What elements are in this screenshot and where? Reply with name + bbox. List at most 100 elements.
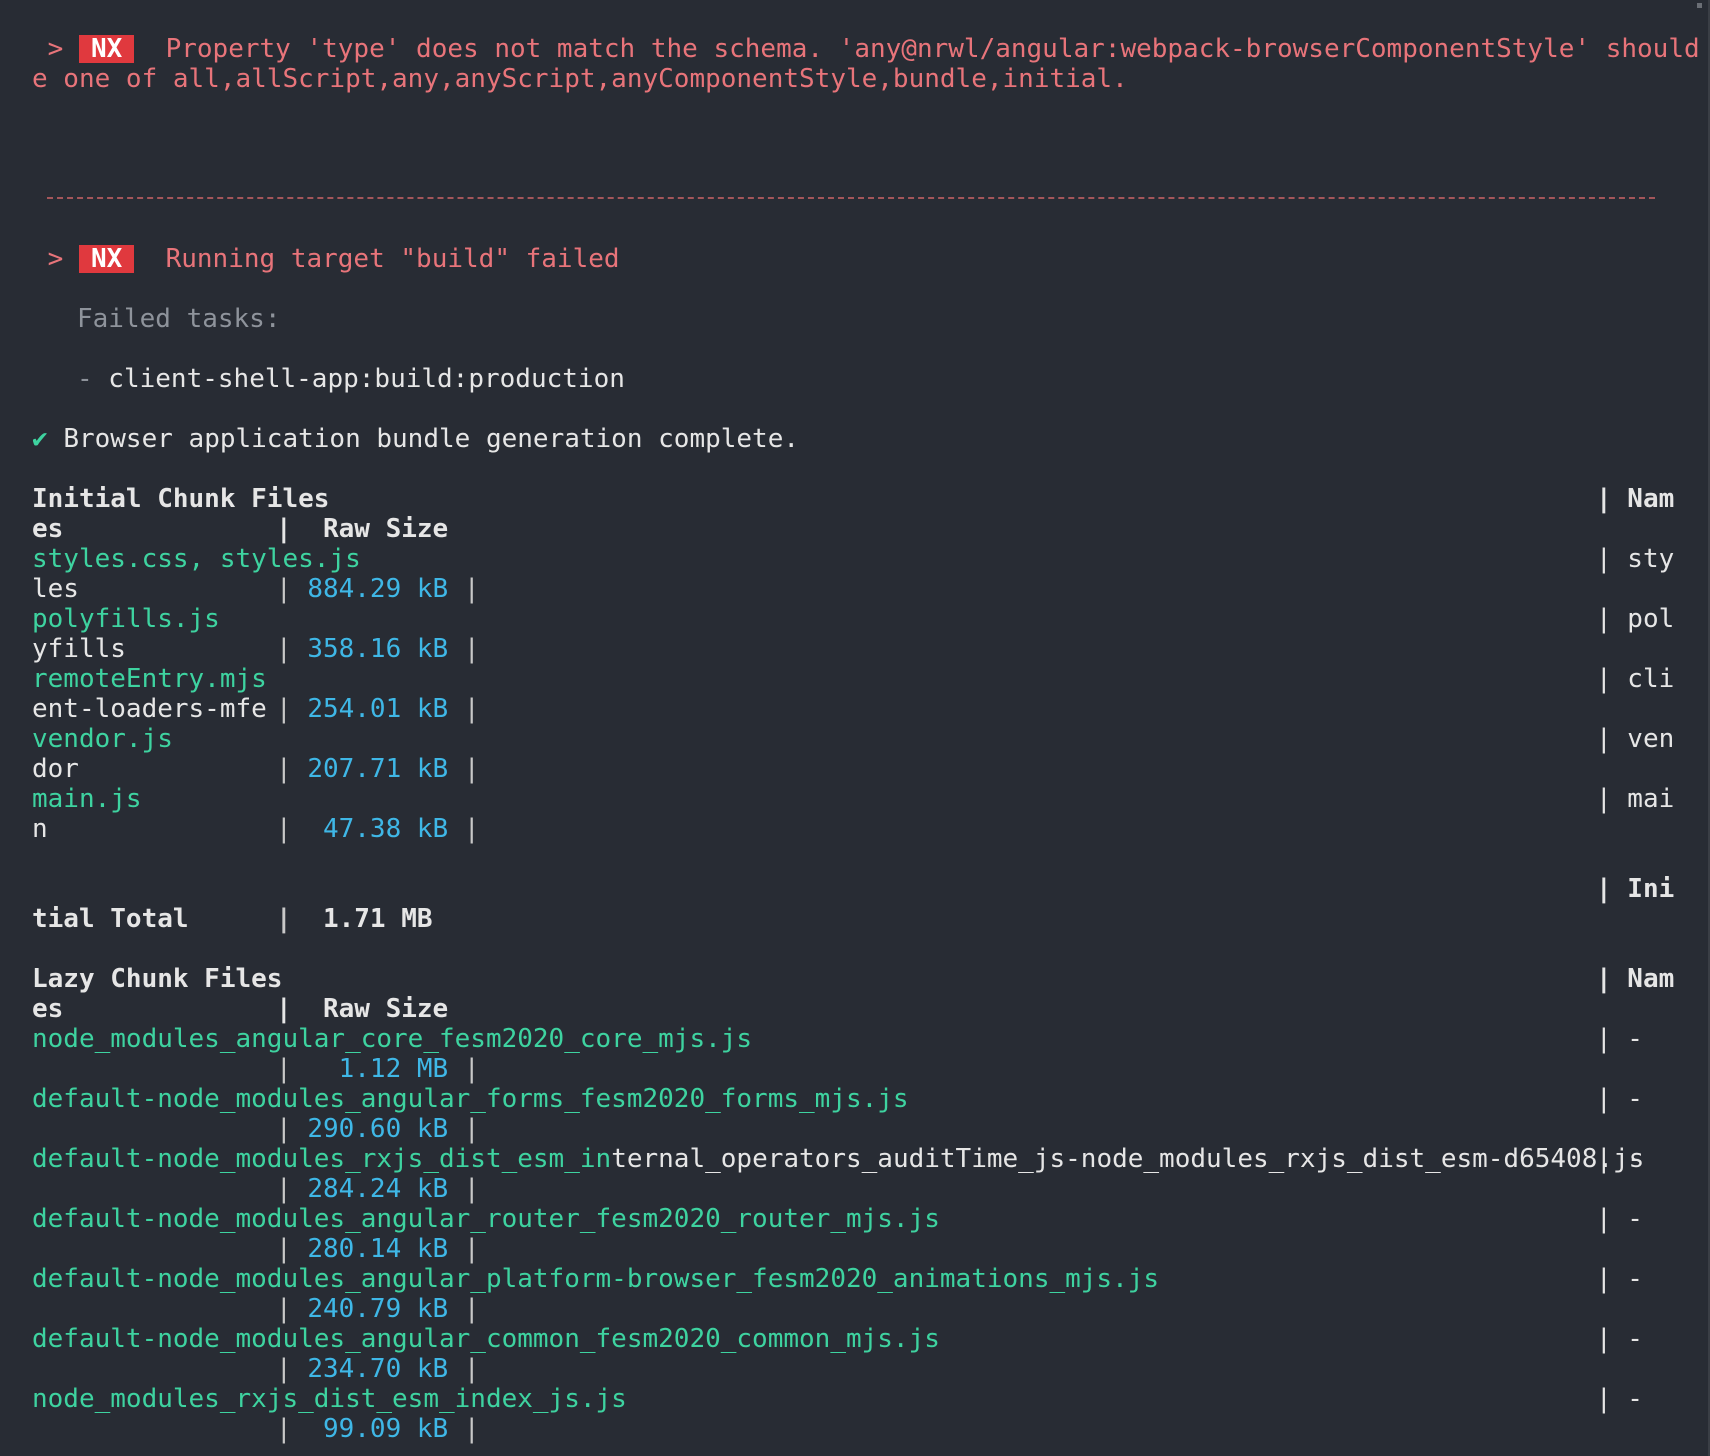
cell-divider: | xyxy=(448,574,480,604)
lazy-file-name: default-node_modules_angular_common_fesm… xyxy=(32,1324,940,1354)
size-value: 47.38 kB xyxy=(307,814,449,844)
initial-row-name-rest: ent-loaders-mfe xyxy=(32,694,267,724)
initial-row-size: | 884.29 kB | xyxy=(276,574,480,604)
lazy-row-size: | 280.14 kB | xyxy=(276,1234,480,1264)
lazy-row-file: default-node_modules_angular_router_fesm… xyxy=(32,1204,940,1234)
lazy-row-name: | - xyxy=(1596,1204,1643,1234)
initial-row-name-rest: les xyxy=(32,574,79,604)
cell-divider: | xyxy=(448,1174,480,1204)
cell-divider: | xyxy=(276,1234,308,1264)
size-value: 358.16 kB xyxy=(307,634,449,664)
cell-divider: | xyxy=(448,1054,480,1084)
lazy-file-name: node_modules_angular_core_fesm2020_core_… xyxy=(32,1024,753,1054)
lazy-row-name: | - xyxy=(1596,1324,1643,1354)
lazy-row-size: | 234.70 kB | xyxy=(276,1354,480,1384)
initial-row-file: main.js xyxy=(32,784,142,814)
size-value: 280.14 kB xyxy=(307,1234,449,1264)
lazy-header-right: | Nam xyxy=(1596,964,1675,994)
cell-divider: | xyxy=(448,1294,480,1324)
initial-total-right: | Ini xyxy=(1596,874,1675,904)
cell-divider: | xyxy=(276,574,308,604)
lazy-row-size: | 284.24 kB | xyxy=(276,1174,480,1204)
separator-line xyxy=(47,197,1655,199)
check-icon: ✔ xyxy=(32,424,48,454)
scrollbar-thumb[interactable] xyxy=(1697,3,1702,8)
lazy-row-file: node_modules_rxjs_dist_esm_index_js.js xyxy=(32,1384,627,1414)
lazy-row-size: | 290.60 kB | xyxy=(276,1114,480,1144)
failed-tasks-label: Failed tasks: xyxy=(77,304,281,334)
size-value: 290.60 kB xyxy=(307,1114,449,1144)
initial-row-file: polyfills.js xyxy=(32,604,220,634)
cell-divider: | xyxy=(448,814,480,844)
bundle-status-line: ✔ Browser application bundle generation … xyxy=(32,424,799,454)
cell-divider: | xyxy=(276,694,308,724)
cell-divider: | xyxy=(448,754,480,784)
initial-row-name-start: | pol xyxy=(1596,604,1675,634)
error-message-1: Property 'type' does not match the schem… xyxy=(165,34,1710,64)
size-value: 240.79 kB xyxy=(307,1294,449,1324)
initial-total-value: | 1.71 MB xyxy=(276,904,433,934)
lazy-row-name: | - xyxy=(1596,1384,1643,1414)
size-value: 284.24 kB xyxy=(307,1174,449,1204)
lazy-row-size: | 1.12 MB | xyxy=(276,1054,480,1084)
error-message-2: e one of all,allScript,any,anyScript,any… xyxy=(32,64,1128,94)
size-value: 884.29 kB xyxy=(307,574,449,604)
initial-row-file: styles.css, styles.js xyxy=(32,544,361,574)
initial-row-name-start: | ven xyxy=(1596,724,1675,754)
bundle-status-text: Browser application bundle generation co… xyxy=(63,424,800,454)
cell-divider: | xyxy=(448,1234,480,1264)
initial-row-size: | 254.01 kB | xyxy=(276,694,480,724)
cell-divider: | xyxy=(276,814,308,844)
size-value: 207.71 kB xyxy=(307,754,449,784)
initial-row-size: | 47.38 kB | xyxy=(276,814,480,844)
lazy-row-file: node_modules_angular_core_fesm2020_core_… xyxy=(32,1024,752,1054)
terminal-output[interactable]: > NX Property 'type' does not match the … xyxy=(0,0,1710,1456)
dash-icon: - xyxy=(77,364,93,394)
cell-divider: | xyxy=(448,1354,480,1384)
initial-subheader-raw-size: | Raw Size xyxy=(276,514,449,544)
initial-row-name-rest: yfills xyxy=(32,634,126,664)
lazy-file-name: default-node_modules_angular_platform-br… xyxy=(32,1264,1160,1294)
cell-divider: | xyxy=(276,1414,308,1444)
failed-task-item: - client-shell-app:build:production xyxy=(77,364,625,394)
lazy-row-file: default-node_modules_angular_platform-br… xyxy=(32,1264,1159,1294)
initial-row-file: vendor.js xyxy=(32,724,173,754)
cell-divider: | xyxy=(448,1114,480,1144)
nx-badge: NX xyxy=(78,245,135,273)
cell-divider: | xyxy=(276,1054,308,1084)
failed-task-name: client-shell-app:build:production xyxy=(92,364,625,394)
initial-row-name-start: | sty xyxy=(1596,544,1675,574)
lazy-subheader-raw-size: | Raw Size xyxy=(276,994,449,1024)
initial-row-name-rest: n xyxy=(32,814,48,844)
cell-divider: | xyxy=(448,634,480,664)
lazy-file-name: node_modules_rxjs_dist_esm_index_js.js xyxy=(32,1384,627,1414)
lazy-file-name: default-node_modules_rxjs_dist_esm_in xyxy=(32,1144,612,1174)
lazy-row-name: | - xyxy=(1596,1264,1643,1294)
cell-divider: | xyxy=(276,754,308,784)
initial-row-size: | 358.16 kB | xyxy=(276,634,480,664)
cell-divider: | xyxy=(276,1354,308,1384)
lazy-row-file: default-node_modules_rxjs_dist_esm_inter… xyxy=(32,1144,1644,1174)
size-value: 99.09 kB xyxy=(307,1414,449,1444)
lazy-row-file: default-node_modules_angular_forms_fesm2… xyxy=(32,1084,909,1114)
run-failed-message: Running target "build" failed xyxy=(165,244,620,274)
initial-row-name-rest: dor xyxy=(32,754,79,784)
lazy-row-name: | - xyxy=(1596,1084,1643,1114)
initial-row-name-start: | cli xyxy=(1596,664,1675,694)
cell-divider: | xyxy=(276,634,308,664)
lazy-file-name: default-node_modules_angular_forms_fesm2… xyxy=(32,1084,909,1114)
lazy-file-name-overflow: ternal_operators_auditTime_js-node_modul… xyxy=(611,1144,1645,1174)
lazy-row-file: default-node_modules_angular_common_fesm… xyxy=(32,1324,940,1354)
initial-row-file: remoteEntry.mjs xyxy=(32,664,267,694)
lazy-row-size: | 240.79 kB | xyxy=(276,1294,480,1324)
cell-divider: | xyxy=(276,1174,308,1204)
lazy-row-name: | - xyxy=(1596,1144,1643,1174)
size-value: 1.12 MB xyxy=(307,1054,449,1084)
cell-divider: | xyxy=(448,1414,480,1444)
lazy-header: Lazy Chunk Files xyxy=(32,964,283,994)
initial-subheader-left: es xyxy=(32,514,64,544)
initial-row-name-start: | mai xyxy=(1596,784,1675,814)
lazy-row-size: | 99.09 kB | xyxy=(276,1414,480,1444)
initial-row-size: | 207.71 kB | xyxy=(276,754,480,784)
initial-header-right: | Nam xyxy=(1596,484,1675,514)
